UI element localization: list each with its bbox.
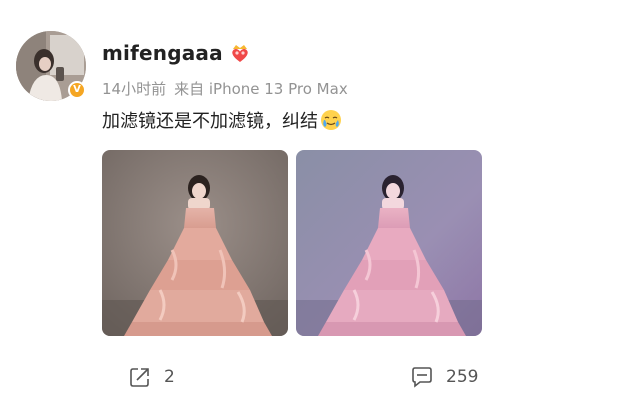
share-icon	[130, 368, 149, 387]
share-button[interactable]: 2	[128, 365, 175, 389]
post-meta: 14小时前 来自 iPhone 13 Pro Max	[102, 78, 356, 99]
share-count: 2	[164, 367, 175, 387]
avatar-container[interactable]: V	[16, 31, 86, 101]
photo-filtered[interactable]	[296, 150, 482, 336]
username[interactable]: mifengaaa	[102, 41, 223, 65]
verified-v-icon: V	[68, 81, 86, 99]
smiling-face-with-tear-icon	[321, 110, 341, 130]
comment-icon	[412, 367, 432, 388]
photo-original[interactable]	[102, 150, 288, 336]
comment-count: 259	[446, 367, 479, 387]
post-text: 加滤镜还是不加滤镜，纠结	[102, 111, 318, 132]
post-time: 14小时前	[102, 80, 167, 98]
comment-button[interactable]: 259	[410, 365, 478, 389]
weibo-post: V mifengaaa 14小时前 来自 iPhone 13 Pro Max 加滤…	[0, 0, 640, 401]
crown-heart-badge-icon[interactable]	[229, 42, 251, 64]
username-row: mifengaaa	[102, 40, 251, 66]
post-source: 来自 iPhone 13 Pro Max	[174, 80, 348, 98]
post-text-row: 加滤镜还是不加滤镜，纠结	[102, 107, 342, 133]
